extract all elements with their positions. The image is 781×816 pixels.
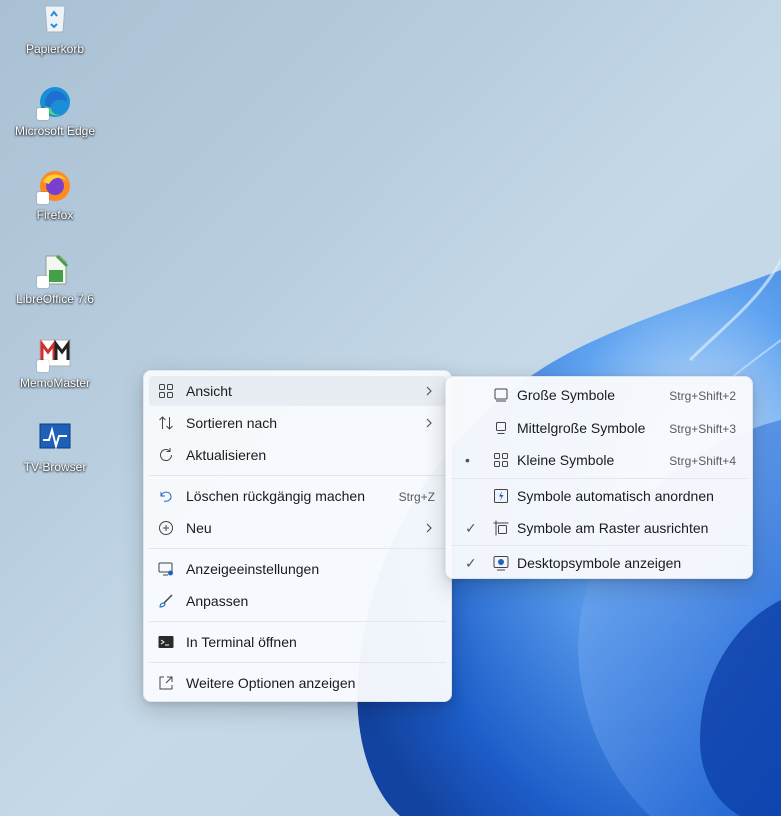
shortcut-arrow-icon: [37, 360, 49, 372]
libreoffice-icon: [37, 252, 73, 288]
refresh-icon: [160, 448, 173, 462]
desktop-icon-papierkorb[interactable]: Papierkorb: [8, 0, 102, 80]
submenu-item-desktopsymbole-anzeigen[interactable]: ✓ Desktopsymbole anzeigen: [451, 548, 747, 578]
terminal-icon: [158, 636, 174, 648]
firefox-icon: [37, 168, 73, 204]
medium-icons-icon: [496, 422, 506, 434]
undo-icon: [160, 491, 172, 502]
small-icons-icon: [494, 453, 508, 467]
shortcut-arrow-icon: [37, 108, 49, 120]
menu-separator: [149, 662, 446, 663]
menu-item-loeschen-rueckgaengig[interactable]: Löschen rückgängig machen Strg+Z: [149, 481, 446, 511]
new-plus-icon: [159, 521, 173, 535]
menu-item-anzeigeeinstellungen[interactable]: Anzeigeeinstellungen: [149, 554, 446, 584]
display-settings-icon: [158, 562, 173, 576]
tv-browser-icon: [37, 420, 73, 456]
menu-separator: [149, 621, 446, 622]
desktop-icon-edge[interactable]: Microsoft Edge: [8, 82, 102, 162]
chevron-right-icon: [426, 523, 432, 533]
menu-item-aktualisieren[interactable]: Aktualisieren: [149, 440, 446, 470]
submenu-item-mittelgrosse-symbole[interactable]: Mittelgroße Symbole Strg+Shift+3: [451, 413, 747, 443]
desktop-icon-memomaster[interactable]: MemoMaster: [8, 334, 102, 414]
shortcut-arrow-icon: [37, 276, 49, 288]
chevron-right-icon: [426, 386, 432, 396]
menu-item-neu[interactable]: Neu: [149, 513, 446, 543]
recycle-bin-icon: [37, 2, 73, 38]
view-submenu: Große Symbole Strg+Shift+2 Mittelgroße S…: [445, 376, 753, 579]
align-grid-icon: [493, 520, 509, 536]
desktop-icon-firefox[interactable]: Firefox: [8, 166, 102, 246]
shortcut-arrow-icon: [37, 192, 49, 204]
sort-icon: [159, 416, 173, 430]
menu-item-weitere-optionen[interactable]: Weitere Optionen anzeigen: [149, 668, 446, 698]
chevron-right-icon: [426, 418, 432, 428]
menu-separator: [149, 475, 446, 476]
menu-item-anpassen[interactable]: Anpassen: [149, 586, 446, 616]
brush-icon: [159, 594, 173, 608]
auto-arrange-icon: [494, 489, 508, 503]
submenu-item-kleine-symbole[interactable]: • Kleine Symbole Strg+Shift+4: [451, 445, 747, 475]
menu-separator: [149, 548, 446, 549]
large-icons-icon: [494, 388, 508, 402]
memomaster-icon: [37, 336, 73, 372]
more-options-icon: [159, 676, 173, 690]
submenu-item-grosse-symbole[interactable]: Große Symbole Strg+Shift+2: [451, 380, 747, 410]
grid-icon: [159, 384, 173, 398]
menu-item-sortieren-nach[interactable]: Sortieren nach: [149, 408, 446, 438]
desktop-context-menu: Ansicht Sortieren nach Aktualisieren Lös…: [143, 370, 452, 702]
edge-icon: [37, 84, 73, 120]
menu-separator: [451, 478, 747, 479]
show-desktop-icons-icon: [493, 556, 509, 571]
menu-item-ansicht[interactable]: Ansicht: [149, 376, 446, 406]
menu-separator: [451, 545, 747, 546]
submenu-item-raster-ausrichten[interactable]: ✓ Symbole am Raster ausrichten: [451, 513, 747, 543]
desktop-icon-tv-browser[interactable]: TV-Browser: [8, 418, 102, 498]
menu-item-terminal[interactable]: In Terminal öffnen: [149, 627, 446, 657]
desktop-icon-libreoffice[interactable]: LibreOffice 7.6: [8, 250, 102, 330]
submenu-item-auto-anordnen[interactable]: Symbole automatisch anordnen: [451, 481, 747, 511]
